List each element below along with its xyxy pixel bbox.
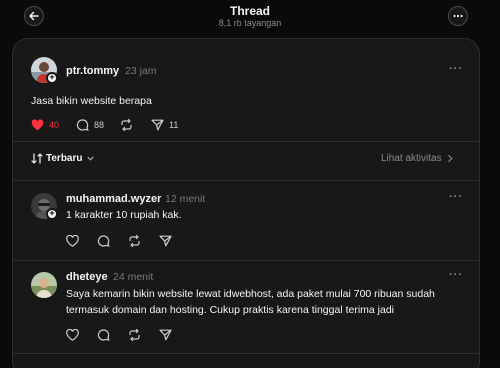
more-options-button[interactable]	[448, 6, 468, 26]
send-icon	[151, 119, 164, 131]
comment-button[interactable]	[97, 235, 110, 247]
post-text: Jasa bikin website berapa	[31, 95, 152, 107]
send-icon	[159, 329, 172, 341]
repost-icon	[129, 329, 140, 341]
profile-photo-icon	[31, 272, 57, 298]
sort-dropdown[interactable]: Terbaru	[31, 153, 95, 164]
repost-button[interactable]	[128, 329, 141, 341]
sort-arrows-icon	[31, 153, 43, 164]
thread-card: + ptr.tommy 23 jam ··· Jasa bikin websit…	[12, 38, 480, 368]
username[interactable]: ptr.tommy	[66, 65, 119, 77]
heart-icon	[66, 329, 79, 341]
like-count: 40	[49, 120, 60, 130]
avatar[interactable]	[31, 272, 57, 298]
repost-icon	[121, 119, 132, 131]
reply-time: 12 menit	[165, 193, 206, 205]
divider	[13, 353, 479, 354]
comment-icon	[97, 329, 110, 341]
chevron-down-icon	[86, 156, 94, 161]
like-button[interactable]	[66, 235, 79, 247]
comment-icon	[76, 119, 89, 131]
reply-more-button[interactable]: ···	[449, 269, 463, 281]
heart-icon	[66, 235, 79, 247]
heart-filled-icon	[31, 119, 44, 131]
comment-button[interactable]: 88	[76, 119, 104, 131]
reply-text-line-1: Saya kemarin bikin website lewat idwebho…	[66, 288, 435, 300]
divider	[13, 141, 479, 142]
share-button[interactable]	[159, 235, 172, 247]
reply-username[interactable]: dheteye	[66, 271, 108, 283]
like-button[interactable]	[66, 329, 79, 341]
view-activity-link[interactable]: Lihat aktivitas	[381, 153, 454, 164]
reply-text-line-2: termasuk domain dan hosting. Cukup prakt…	[66, 304, 395, 316]
comment-count: 88	[94, 120, 105, 130]
top-bar: Thread 8,1 rb tayangan	[0, 0, 500, 34]
post-more-button[interactable]: ···	[449, 63, 463, 75]
send-icon	[159, 235, 172, 247]
divider	[13, 180, 479, 181]
view-count: 8,1 rb tayangan	[218, 18, 282, 28]
follow-plus-badge[interactable]: +	[46, 208, 58, 220]
post-time: 23 jam	[125, 65, 157, 77]
reply-time: 24 menit	[113, 271, 154, 283]
share-count: 11	[169, 120, 179, 130]
sort-label: Terbaru	[46, 153, 83, 164]
page-title: Thread	[229, 4, 270, 18]
reply-more-button[interactable]: ···	[449, 191, 463, 203]
follow-plus-badge[interactable]: +	[46, 72, 58, 84]
reply-text: 1 karakter 10 rupiah kak.	[66, 209, 182, 221]
share-button[interactable]	[159, 329, 172, 341]
share-button[interactable]: 11	[151, 119, 178, 131]
comment-icon	[97, 235, 110, 247]
chevron-right-icon	[447, 154, 453, 163]
divider	[13, 260, 479, 261]
comment-button[interactable]	[97, 329, 110, 341]
reply-username[interactable]: muhammad.wyzer	[66, 193, 161, 205]
repost-icon	[129, 235, 140, 247]
repost-button[interactable]	[120, 119, 133, 131]
like-button[interactable]: 40	[31, 119, 59, 131]
repost-button[interactable]	[128, 235, 141, 247]
activity-label: Lihat aktivitas	[381, 153, 442, 164]
more-horizontal-icon	[453, 14, 463, 18]
